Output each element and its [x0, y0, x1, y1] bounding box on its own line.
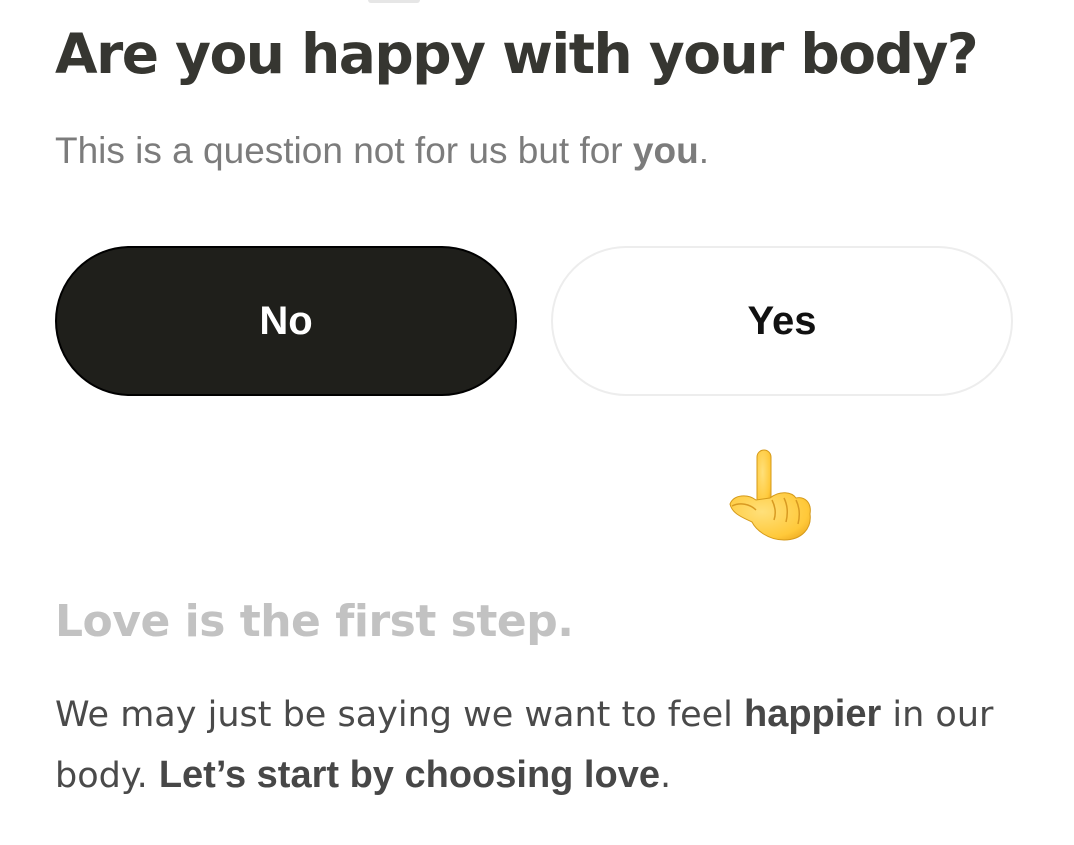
question-subtitle: This is a question not for us but for yo…	[55, 130, 709, 172]
survey-page: Are you happy with your body? This is a …	[0, 0, 1074, 845]
subtitle-text: This is a question not for us but for	[55, 130, 633, 171]
body-emphasis-2: Let’s start by choosing love	[158, 754, 660, 796]
subtitle-end: .	[698, 130, 709, 171]
question-title: Are you happy with your body?	[55, 22, 979, 86]
yes-button[interactable]: Yes	[551, 246, 1013, 396]
body-text-3: .	[659, 756, 672, 796]
message-heading: Love is the first step.	[55, 596, 574, 647]
drag-handle[interactable]	[368, 0, 420, 3]
pointing-up-hand-icon	[729, 449, 811, 541]
subtitle-emphasis: you	[632, 130, 699, 171]
body-text-1: We may just be saying we want to feel	[55, 695, 744, 735]
body-emphasis-1: happier	[744, 693, 882, 735]
message-body: We may just be saying we want to feel ha…	[55, 684, 1045, 806]
no-button[interactable]: No	[55, 246, 517, 396]
